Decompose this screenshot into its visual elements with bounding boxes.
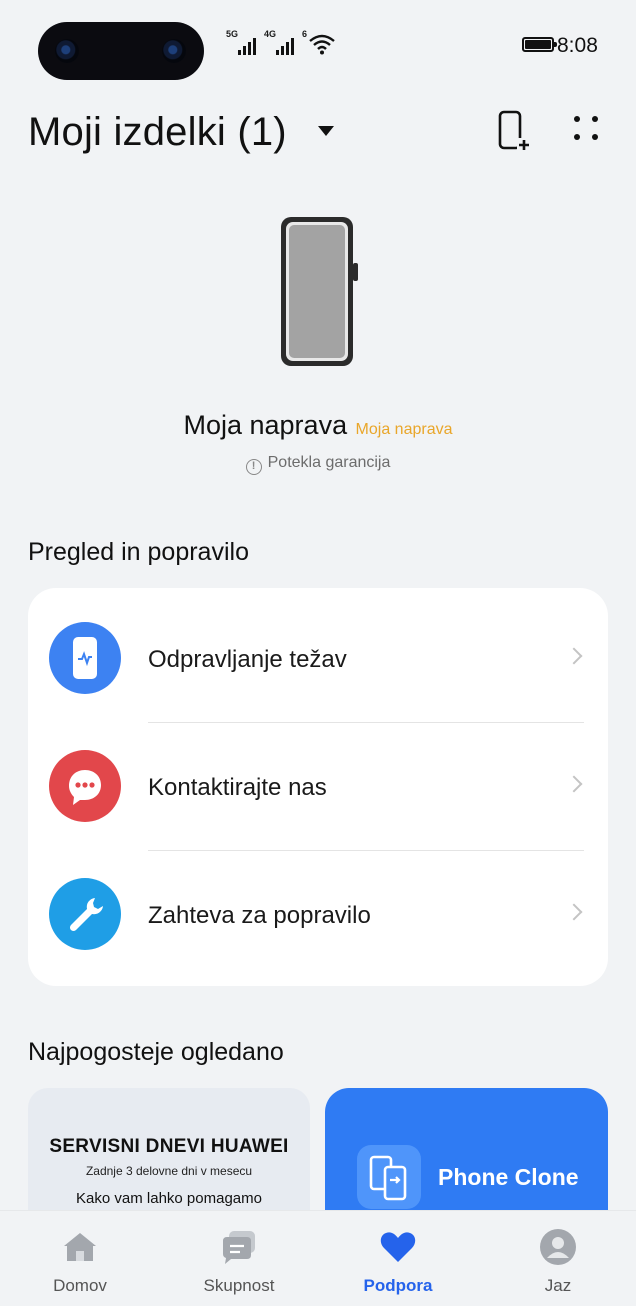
phone-clone-label: Phone Clone — [438, 1164, 579, 1190]
phone-clone-banner[interactable]: Phone Clone — [325, 1088, 608, 1218]
service-label: Odpravljanje težav — [148, 646, 347, 673]
camera-lens-icon — [55, 39, 79, 63]
nav-home[interactable]: Domov — [20, 1211, 140, 1306]
community-icon — [223, 1231, 255, 1264]
device-name[interactable]: Moja naprava — [183, 410, 347, 440]
nav-support[interactable]: Podpora — [338, 1211, 458, 1306]
profile-icon — [540, 1229, 576, 1265]
wrench-icon — [49, 878, 121, 950]
banner-help-text: Kako vam lahko pomagamo — [76, 1190, 262, 1207]
phone-clone-icon — [357, 1145, 421, 1209]
chevron-right-icon — [565, 903, 583, 921]
sim2-signal-icon: 4G — [264, 29, 294, 55]
nav-label: Podpora — [363, 1276, 433, 1295]
warning-icon: ! — [245, 459, 262, 475]
clock: 8:08 — [557, 34, 598, 57]
service-label: Zahteva za popravilo — [148, 902, 371, 929]
signal-indicators: 5G 4G 6 — [226, 29, 336, 55]
device-name-row: Moja naprava Moja naprava — [0, 410, 636, 441]
page-title[interactable]: Moji izdelki (1) — [28, 110, 287, 155]
nav-label: Skupnost — [203, 1276, 275, 1295]
nav-label: Domov — [53, 1276, 107, 1295]
banner-subtitle: Zadnje 3 delovne dni v mesecu — [85, 1164, 253, 1178]
chat-bubble-icon — [49, 750, 121, 822]
sim1-signal-icon: 5G — [226, 29, 256, 55]
service-row-contact[interactable]: Kontaktirajte nas — [28, 716, 608, 844]
wifi-icon: 6 — [302, 29, 336, 55]
device-alias[interactable]: Moja naprava — [356, 421, 453, 438]
phone-diagnostic-icon — [49, 622, 121, 694]
chevron-right-icon — [565, 775, 583, 793]
home-icon — [64, 1233, 96, 1261]
popular-section-title: Najpogosteje ogledano — [28, 1038, 284, 1066]
service-row-troubleshoot[interactable]: Odpravljanje težav — [28, 588, 608, 716]
service-label: Kontaktirajte nas — [148, 774, 327, 801]
heart-icon — [380, 1232, 416, 1262]
nav-profile[interactable]: Jaz — [498, 1211, 618, 1306]
camera-lens-icon — [162, 39, 186, 63]
more-options-icon[interactable] — [572, 114, 600, 142]
service-section-title: Pregled in popravilo — [28, 538, 249, 566]
warranty-status[interactable]: ! Potekla garancija — [0, 454, 636, 475]
status-bar: 5G 4G 6 8:08 — [0, 0, 636, 90]
nav-label: Jaz — [544, 1276, 572, 1295]
service-row-repair[interactable]: Zahteva za popravilo — [28, 844, 608, 972]
device-image[interactable] — [279, 215, 359, 368]
add-device-icon[interactable] — [498, 110, 530, 152]
warranty-label: Potekla garancija — [267, 454, 391, 471]
banner-title: SERVISNI DNEVI HUAWEI — [49, 1136, 289, 1157]
battery-icon — [522, 37, 557, 52]
camera-cutout — [38, 22, 204, 80]
service-card: Odpravljanje težav Kontaktirajte nas Zah… — [28, 588, 608, 986]
service-days-banner[interactable]: SERVISNI DNEVI HUAWEI Zadnje 3 delovne d… — [28, 1088, 310, 1218]
header: Moji izdelki (1) — [28, 104, 608, 164]
nav-community[interactable]: Skupnost — [179, 1211, 299, 1306]
chevron-right-icon — [565, 647, 583, 665]
dropdown-caret-icon[interactable] — [318, 126, 334, 136]
bottom-nav: Domov Skupnost Podpora Jaz — [0, 1210, 636, 1306]
